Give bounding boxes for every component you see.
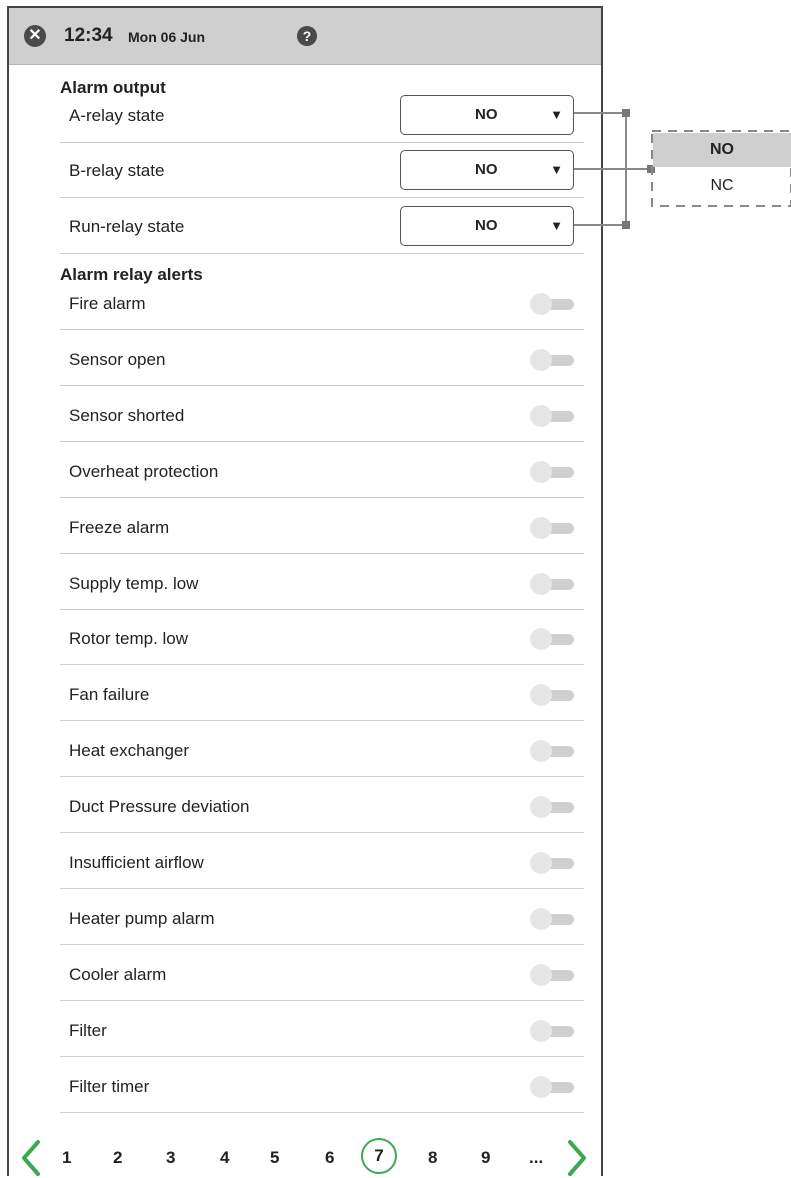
alert-toggle[interactable] <box>530 348 576 371</box>
page-1[interactable]: 1 <box>62 1148 71 1168</box>
page-3[interactable]: 3 <box>166 1148 175 1168</box>
toggle-knob <box>530 516 552 539</box>
alert-label: Fire alarm <box>69 294 146 313</box>
alert-label: Cooler alarm <box>69 964 167 984</box>
toggle-knob <box>530 404 552 427</box>
toggle-knob <box>530 796 552 819</box>
alert-label: Insufficient airflow <box>69 853 204 872</box>
toggle-knob <box>530 740 552 763</box>
toggle-knob <box>530 684 552 707</box>
page-more[interactable]: ... <box>529 1148 543 1168</box>
divider <box>60 253 584 254</box>
chevron-left-icon[interactable] <box>19 1138 43 1178</box>
toggle-knob <box>530 572 552 595</box>
page-6[interactable]: 6 <box>325 1148 334 1168</box>
divider <box>60 943 584 945</box>
divider <box>60 552 584 554</box>
alert-label: Rotor temp. low <box>69 629 189 649</box>
alert-label: Filter timer <box>69 1076 150 1096</box>
alert-toggle[interactable] <box>530 404 576 427</box>
alert-label: Supply temp. low <box>69 573 199 593</box>
divider <box>60 776 584 778</box>
alert-label: Overheat protection <box>69 461 219 481</box>
alert-toggle[interactable] <box>530 572 576 595</box>
alert-label: Fan failure <box>69 685 150 705</box>
divider <box>60 720 584 722</box>
divider <box>60 999 584 1001</box>
toggle-knob <box>530 460 552 483</box>
divider <box>60 888 584 889</box>
toggle-knob <box>530 1019 552 1042</box>
toggle-knob <box>530 348 552 371</box>
alert-toggle[interactable] <box>530 293 576 315</box>
divider <box>60 1055 584 1057</box>
alert-toggle[interactable] <box>530 907 576 930</box>
alert-toggle[interactable] <box>530 516 576 539</box>
toggle-knob <box>530 963 552 986</box>
alert-toggle[interactable] <box>530 460 576 483</box>
relay-options-popup: NO NC <box>652 131 791 206</box>
divider <box>60 832 584 834</box>
alert-toggle[interactable] <box>530 740 576 763</box>
page-5[interactable]: 5 <box>270 1148 279 1168</box>
divider <box>60 1111 584 1113</box>
divider <box>60 496 584 498</box>
pagination: 1 2 3 4 5 6 7 8 9 ... <box>9 1138 609 1178</box>
divider <box>60 608 584 610</box>
chevron-right-icon[interactable] <box>565 1138 589 1178</box>
page-4[interactable]: 4 <box>220 1148 229 1168</box>
alert-label: Heat exchanger <box>69 741 190 761</box>
alert-label: Freeze alarm <box>69 517 170 537</box>
divider <box>60 440 584 442</box>
alert-toggle[interactable] <box>530 963 576 986</box>
alert-toggle[interactable] <box>530 628 576 651</box>
alert-toggle[interactable] <box>530 1075 576 1098</box>
section-title-alarm-relay-alerts: Alarm relay alerts <box>60 265 203 284</box>
page-2[interactable]: 2 <box>113 1148 122 1168</box>
alert-toggle[interactable] <box>530 1019 576 1042</box>
toggle-knob <box>530 852 552 874</box>
divider <box>60 664 584 666</box>
alert-label: Heater pump alarm <box>69 908 215 928</box>
toggle-knob <box>530 907 552 930</box>
alert-label: Sensor shorted <box>69 405 185 425</box>
alert-toggle[interactable] <box>530 852 576 874</box>
alert-label: Sensor open <box>69 349 166 369</box>
page-9[interactable]: 9 <box>481 1148 490 1168</box>
toggle-knob <box>530 293 552 315</box>
alert-toggle[interactable] <box>530 796 576 819</box>
alert-toggle[interactable] <box>530 684 576 707</box>
alert-label: Duct Pressure deviation <box>69 797 250 817</box>
alert-label: Filter <box>69 1020 107 1040</box>
divider <box>60 384 584 386</box>
toggle-knob <box>530 628 552 651</box>
toggle-knob <box>530 1075 552 1098</box>
option-no[interactable]: NO <box>653 133 791 167</box>
option-nc[interactable]: NC <box>653 169 791 203</box>
divider <box>60 329 584 330</box>
page-8[interactable]: 8 <box>428 1148 437 1168</box>
